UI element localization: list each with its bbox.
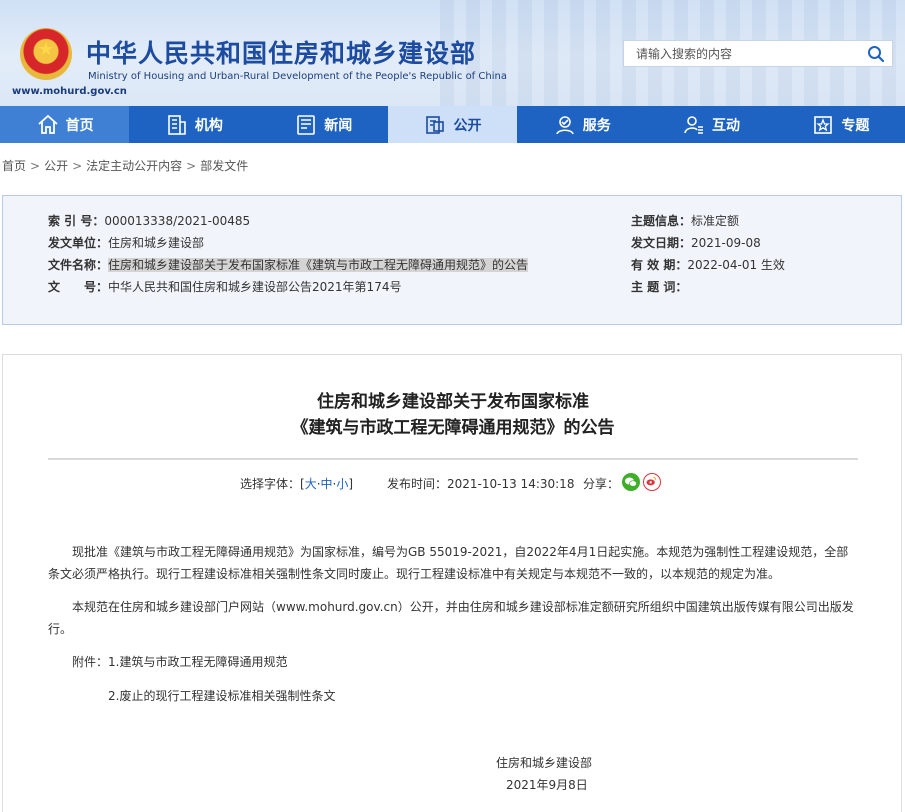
building-icon [168,114,186,135]
info-topic-label: 主题信息： [631,214,692,228]
info-name: 文件名称：住房和城乡建设部关于发布国家标准《建筑与市政工程无障碍通用规范》的公告 [48,256,529,273]
info-date-label: 发文日期： [631,236,692,250]
main-nav: 首页 机构 新闻 公开 服务 互动 专题 [0,106,905,143]
info-doc-number: 文 号：中华人民共和国住房和城乡建设部公告2021年第174号 [48,278,401,295]
signature-org: 住房和城乡建设部 [496,756,593,770]
info-name-label: 文件名称： [48,258,109,272]
nav-label-organization: 机构 [194,117,223,134]
home-icon [38,114,58,134]
nav-label-public: 公开 [453,117,482,134]
search-icon[interactable] [866,44,886,64]
breadcrumb-separator: > [186,159,197,173]
nav-label-home: 首页 [65,117,94,134]
info-issuer-value: 住房和城乡建设部 [108,236,205,250]
font-small-link[interactable]: 小 [336,477,348,491]
info-index-value: 000013338/2021-00485 [104,214,251,228]
nav-item-organization[interactable]: 机构 [129,106,258,143]
info-issuer-label: 发文单位： [48,236,109,250]
font-large-link[interactable]: 大 [305,477,317,491]
info-index-label: 索 引 号： [48,214,105,228]
search-box [623,40,893,67]
site-header: ★ www.mohurd.gov.cn 中华人民共和国住房和城乡建设部 Mini… [0,0,905,106]
service-icon [555,115,574,134]
font-size-bracket: ] [348,477,354,491]
search-input[interactable] [624,41,860,66]
news-icon [297,114,316,135]
nav-item-service[interactable]: 服务 [517,106,646,143]
article: 住房和城乡建设部关于发布国家标准 《建筑与市政工程无障碍通用规范》的公告 选择字… [2,354,902,812]
wechat-icon[interactable] [622,473,640,491]
site-title: 中华人民共和国住房和城乡建设部 [86,39,477,68]
breadcrumb-public[interactable]: 公开 [44,159,68,173]
info-date-value: 2021-09-08 [691,236,761,250]
info-valid-label: 有 效 期： [631,258,688,272]
site-url: www.mohurd.gov.cn [12,86,127,97]
article-title-line2: 《建筑与市政工程无障碍通用规范》的公告 [291,418,615,438]
attachment-2: 2.废止的现行工程建设标准相关强制性条文 [108,689,336,703]
info-valid-value: 2022-04-01 生效 [687,258,785,272]
info-issuer: 发文单位：住房和城乡建设部 [48,234,204,251]
attachment-1: 附件：1.建筑与市政工程无障碍通用规范 [72,655,288,669]
signature-date: 2021年9月8日 [506,778,588,792]
info-topic-value: 标准定额 [691,214,740,228]
nav-item-public[interactable]: 公开 [387,106,518,143]
nav-item-topic[interactable]: 专题 [776,106,905,143]
font-size-label: 选择字体：[ [240,477,305,491]
weibo-icon[interactable] [643,473,661,491]
share-label: 分享： [583,477,620,491]
article-paragraph-1: 现批准《建筑与市政工程无障碍通用规范》为国家标准，编号为GB 55019-202… [48,545,849,581]
info-topic: 主题信息：标准定额 [631,212,739,229]
page: ★ www.mohurd.gov.cn 中华人民共和国住房和城乡建设部 Mini… [0,0,905,812]
nav-label-topic: 专题 [841,117,870,134]
info-doc-label: 文 号： [48,280,109,294]
breadcrumb-home[interactable]: 首页 [2,159,26,173]
breadcrumb-statutory[interactable]: 法定主动公开内容 [86,159,182,173]
nav-label-news: 新闻 [324,117,353,134]
document-info-box: 索 引 号：000013338/2021-00485 发文单位：住房和城乡建设部… [2,195,902,325]
font-size-selector: 选择字体：[大·中·小] [240,477,354,491]
interaction-icon [684,115,704,134]
article-paragraph-2: 本规范在住房和城乡建设部门户网站（www.mohurd.gov.cn）公开，并由… [48,600,854,636]
breadcrumb-documents[interactable]: 部发文件 [200,159,248,173]
info-index: 索 引 号：000013338/2021-00485 [48,212,250,229]
info-keywords: 主 题 词： [631,278,687,295]
article-title-line1: 住房和城乡建设部关于发布国家标准 [317,392,589,412]
nav-item-home[interactable]: 首页 [0,106,130,143]
nav-label-interaction: 互动 [712,117,741,134]
info-name-value: 住房和城乡建设部关于发布国家标准《建筑与市政工程无障碍通用规范》的公告 [108,258,529,272]
font-medium-link[interactable]: 中 [321,477,333,491]
nav-item-news[interactable]: 新闻 [259,106,388,143]
info-keywords-label: 主 题 词： [631,280,688,294]
breadcrumb-separator: > [72,159,83,173]
national-emblem-icon: ★ [20,28,72,80]
info-valid: 有 效 期：2022-04-01 生效 [631,256,785,273]
breadcrumb: 首页 > 公开 > 法定主动公开内容 > 部发文件 [2,157,248,174]
nav-item-interaction[interactable]: 互动 [646,106,775,143]
topic-icon [814,115,833,134]
document-icon [426,115,445,134]
breadcrumb-separator: > [30,159,41,173]
publish-time: 发布时间：2021-10-13 14:30:18 [387,477,575,491]
site-subtitle: Ministry of Housing and Urban-Rural Deve… [88,71,507,82]
nav-label-service: 服务 [582,117,611,134]
info-doc-value: 中华人民共和国住房和城乡建设部公告2021年第174号 [108,280,402,294]
info-date: 发文日期：2021-09-08 [631,234,761,251]
title-divider [48,458,858,460]
